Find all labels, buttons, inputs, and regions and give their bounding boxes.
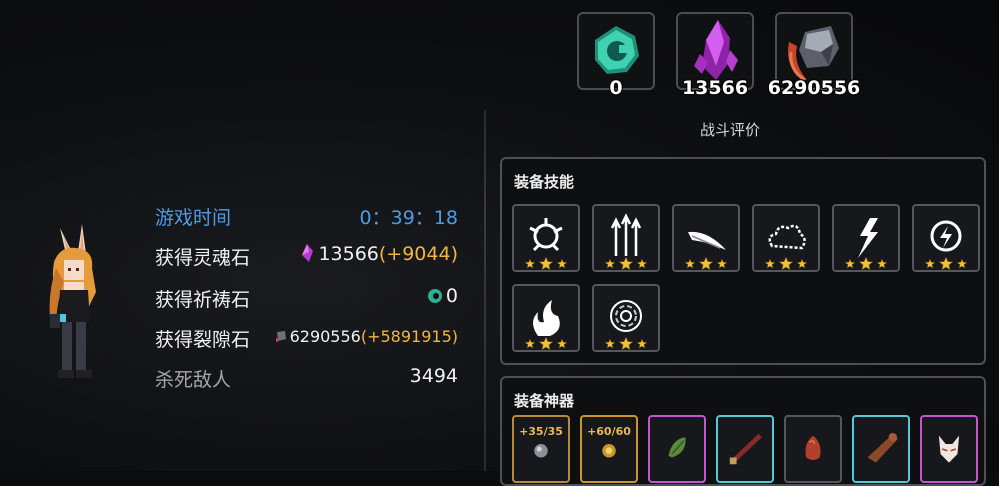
skill-slot[interactable]	[512, 284, 580, 352]
soul-stone-value-group: 13566(+9044)	[299, 243, 458, 265]
star-icon	[538, 336, 554, 351]
star-icon	[636, 258, 648, 269]
combat-rating-title: 战斗评价	[699, 121, 760, 139]
skill-slot[interactable]	[752, 204, 820, 272]
soul-stone-label: 获得灵魂石	[155, 247, 251, 269]
rift-stone-count: 6290556	[767, 77, 861, 99]
green-leaf-artifact-icon	[668, 437, 686, 458]
soul-stone-icon	[302, 244, 314, 262]
star-icon	[938, 256, 954, 271]
soul-stone-count: 13566	[681, 77, 749, 99]
artifact-slot[interactable]: +60/60	[580, 415, 638, 483]
star-icon	[684, 258, 696, 269]
soul-stone-value: 13566	[318, 243, 379, 265]
artifact-level-label: +35/35	[519, 425, 563, 438]
play-time-value: 0：39：18	[359, 207, 458, 229]
star-icon	[636, 338, 648, 349]
star-icon	[858, 256, 874, 271]
star-rating	[844, 256, 888, 271]
star-rating	[924, 256, 968, 271]
star-icon	[844, 258, 856, 269]
star-rating	[524, 336, 568, 351]
artifact-slot[interactable]	[716, 415, 774, 483]
star-rating	[684, 256, 728, 271]
equipped-artifacts-title: 装备神器	[514, 392, 575, 410]
star-icon	[716, 258, 728, 269]
artifact-slot[interactable]	[784, 415, 842, 483]
rift-stone-gain: (+5891915)	[360, 327, 458, 346]
kills-label: 杀死敌人	[155, 369, 232, 391]
rift-stone-icon	[275, 331, 286, 342]
soul-stone-row: 获得灵魂石 13566(+9044)	[155, 243, 458, 271]
fox-mask-artifact-icon	[938, 435, 960, 463]
kills-value: 3494	[409, 365, 458, 387]
skill-slot[interactable]	[672, 204, 740, 272]
star-icon	[556, 338, 568, 349]
star-icon	[924, 258, 936, 269]
equipped-artifacts-panel: 装备神器 +35/35 +60/60	[500, 376, 986, 486]
star-rating	[604, 336, 648, 351]
skill-slot[interactable]	[592, 284, 660, 352]
play-time-label: 游戏时间	[155, 207, 232, 229]
prayer-stone-row: 获得祈祷石 0	[155, 285, 458, 313]
play-time-row: 游戏时间 0：39：18	[155, 203, 458, 231]
prayer-stone-value: 0	[445, 285, 458, 307]
star-icon	[524, 338, 536, 349]
divider	[484, 110, 486, 471]
star-icon	[764, 258, 776, 269]
skill-slot[interactable]	[912, 204, 980, 272]
artifact-slot[interactable]: +35/35	[512, 415, 570, 483]
equipped-skills-panel: 装备技能	[500, 157, 986, 365]
star-icon	[604, 338, 616, 349]
prayer-stone-value-group: 0	[427, 285, 458, 307]
kills-row: 杀死敌人 3494	[155, 365, 458, 393]
star-icon	[604, 258, 616, 269]
prayer-stone-count: 0	[609, 77, 623, 99]
star-icon	[796, 258, 808, 269]
prayer-stone-icon	[427, 289, 442, 303]
star-rating	[764, 256, 808, 271]
star-icon	[778, 256, 794, 271]
prayer-stone-label: 获得祈祷石	[155, 289, 251, 311]
red-blade-artifact-icon	[729, 433, 762, 465]
skill-slot[interactable]	[592, 204, 660, 272]
star-icon	[618, 336, 634, 351]
artifact-level-label: +60/60	[587, 425, 631, 438]
star-icon	[556, 258, 568, 269]
rift-stone-row: 获得裂隙石 6290556(+5891915)	[155, 325, 458, 353]
skill-slot[interactable]	[512, 204, 580, 272]
star-rating	[524, 256, 568, 271]
artifact-slot[interactable]	[648, 415, 706, 483]
star-icon	[524, 258, 536, 269]
artifact-slot[interactable]	[852, 415, 910, 483]
soul-stone-gain: (+9044)	[378, 243, 458, 265]
bunny-girl-character	[49, 224, 96, 378]
brown-club-artifact-icon	[867, 433, 898, 463]
rift-stone-value: 6290556	[289, 327, 361, 346]
rift-stone-label: 获得裂隙石	[155, 329, 251, 351]
star-icon	[876, 258, 888, 269]
equipped-skills-title: 装备技能	[514, 173, 575, 191]
star-rating	[604, 256, 648, 271]
star-icon	[698, 256, 714, 271]
red-gem-artifact-icon	[805, 435, 821, 461]
star-icon	[956, 258, 968, 269]
artifact-slot[interactable]	[920, 415, 978, 483]
star-icon	[618, 256, 634, 271]
skill-slot[interactable]	[832, 204, 900, 272]
rift-stone-value-group: 6290556(+5891915)	[274, 327, 458, 346]
star-icon	[538, 256, 554, 271]
